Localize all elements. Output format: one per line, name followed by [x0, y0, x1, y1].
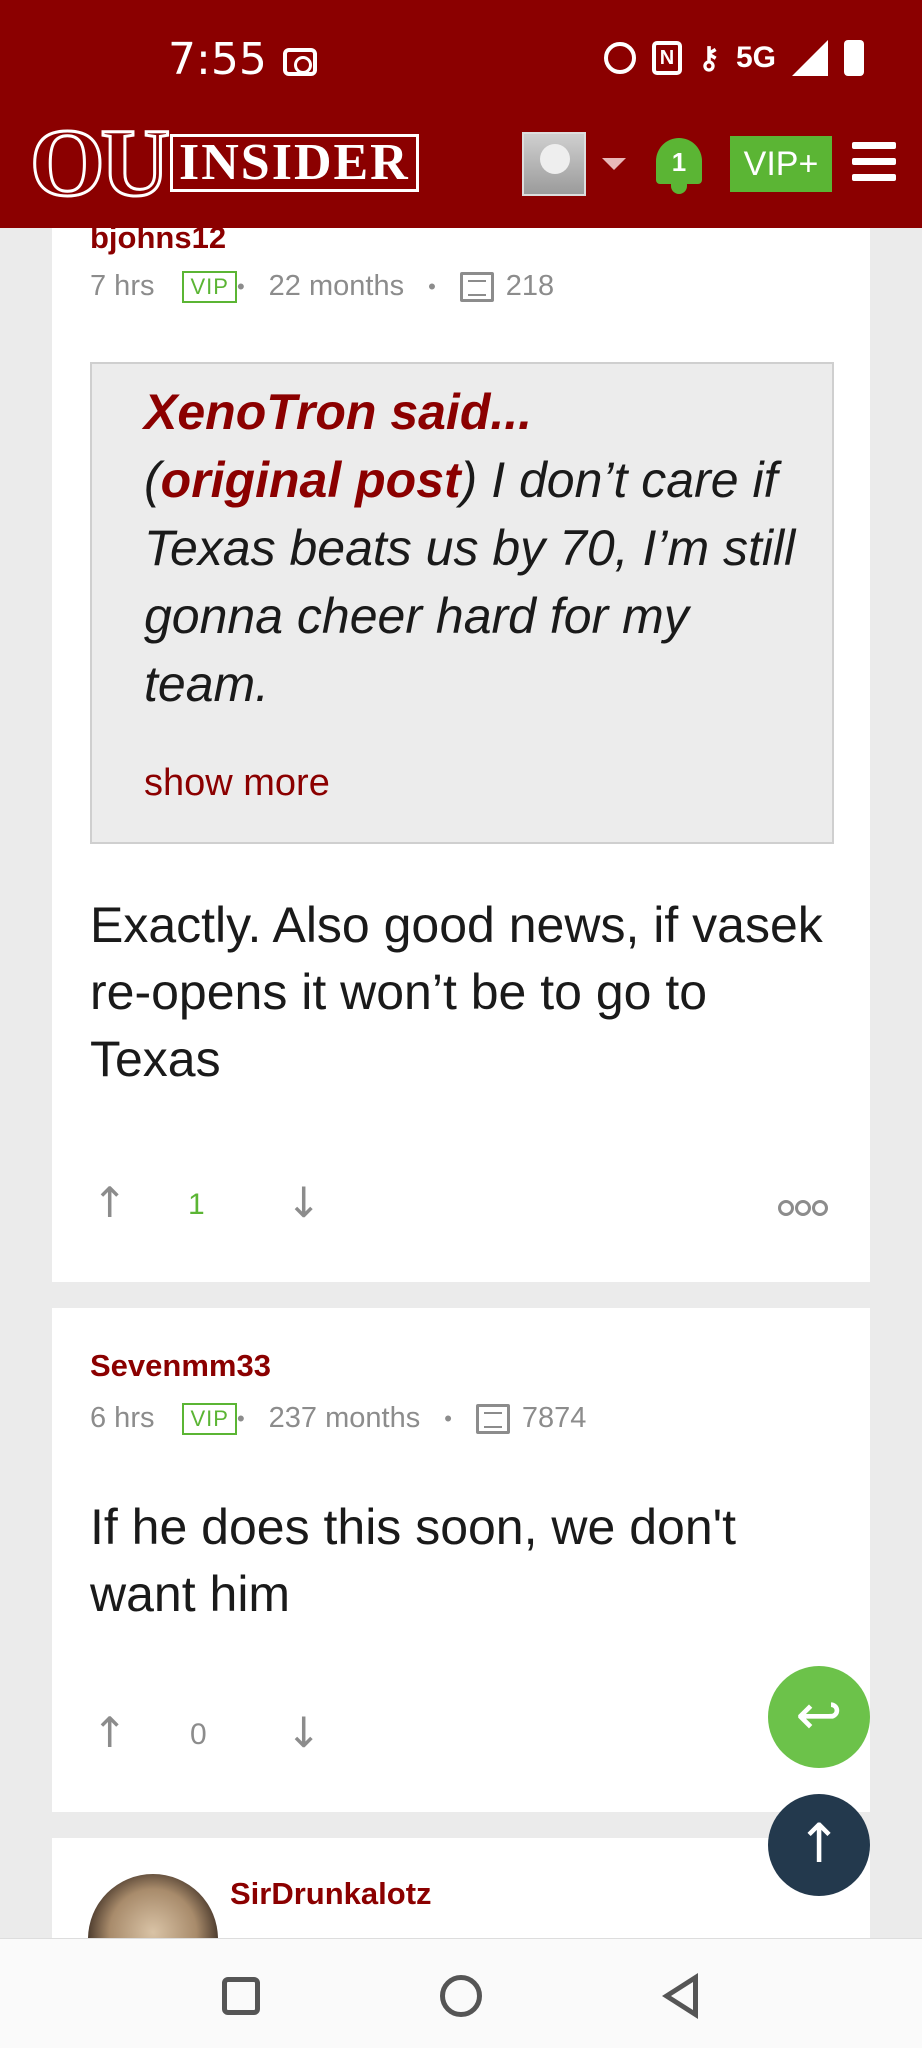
status-time: 7:55 [168, 34, 267, 85]
quote-author[interactable]: XenoTron said... [144, 384, 532, 440]
notifications-bell-icon[interactable]: 1 [652, 130, 706, 196]
comment-icon [475, 1403, 510, 1434]
member-duration: 237 months [268, 1402, 421, 1434]
site-logo[interactable]: OU INSIDER [29, 109, 419, 216]
post-meta: 6 hrs VIP • 237 months • 7874 [90, 1402, 586, 1435]
signal-icon [792, 40, 828, 76]
post-card: SirDrunkalotz [52, 1838, 870, 1938]
post-username[interactable]: Sevenmm33 [90, 1348, 271, 1384]
original-post-link[interactable]: original post [161, 452, 461, 508]
separator-dot: • [236, 1405, 245, 1431]
battery-icon [844, 40, 864, 76]
alarm-icon [603, 42, 636, 74]
logo-insider: INSIDER [170, 134, 419, 192]
network-type: 5G [735, 41, 776, 74]
home-button[interactable] [440, 1975, 482, 2017]
recent-apps-button[interactable] [222, 1977, 260, 2015]
post-card: bjohns12 7 hrs VIP • 22 months • 218 Xen… [52, 220, 870, 1282]
post-time: 7 hrs [90, 270, 155, 302]
downvote-icon[interactable]: ↓ [286, 1178, 321, 1227]
post-count: 7874 [521, 1402, 587, 1434]
post-username[interactable]: SirDrunkalotz [230, 1876, 432, 1912]
post-card: Sevenmm33 6 hrs VIP • 237 months • 7874 … [52, 1308, 870, 1812]
post-body: Exactly. Also good news, if vasek re-ope… [90, 897, 823, 1087]
user-avatar[interactable] [522, 132, 586, 196]
quote-text: XenoTron said... (original post) I don’t… [144, 384, 796, 712]
reply-icon: ↩ [795, 1683, 843, 1748]
vote-count: 0 [190, 1718, 207, 1751]
post-username[interactable]: bjohns12 [90, 220, 226, 256]
post-time: 6 hrs [90, 1402, 155, 1434]
chevron-down-icon[interactable] [602, 158, 626, 170]
upvote-icon[interactable]: ↑ [92, 1178, 127, 1227]
comment-icon [459, 271, 494, 302]
arrow-up-icon: ↑ [796, 1812, 842, 1875]
vip-badge: VIP [182, 1402, 237, 1435]
separator-dot: • [236, 273, 245, 299]
show-more-link[interactable]: show more [144, 762, 330, 805]
post-meta: 7 hrs VIP • 22 months • 218 [90, 270, 554, 303]
post-body: If he does this soon, we don't want him [90, 1499, 737, 1622]
downvote-icon[interactable]: ↓ [286, 1708, 321, 1757]
more-options-icon[interactable] [777, 1192, 828, 1223]
quote-block: XenoTron said... (original post) I don’t… [90, 362, 834, 844]
separator-dot: • [444, 1405, 452, 1431]
app-header: OU INSIDER 1 VIP+ [0, 109, 922, 228]
system-nav-bar [0, 1938, 922, 2048]
post-count: 218 [505, 270, 555, 302]
logo-ou: OU [29, 109, 172, 216]
status-icons: N ⚷ 5G [603, 40, 864, 76]
upvote-icon[interactable]: ↑ [92, 1708, 127, 1757]
screen-record-icon [283, 48, 317, 76]
back-button[interactable] [662, 1973, 698, 2019]
vote-count: 1 [188, 1188, 205, 1221]
scroll-to-top-button[interactable]: ↑ [768, 1794, 870, 1896]
reply-button[interactable]: ↩ [768, 1666, 870, 1768]
vip-plus-button[interactable]: VIP+ [730, 136, 832, 192]
notification-count: 1 [656, 138, 702, 184]
vip-badge: VIP [182, 270, 237, 303]
avatar[interactable] [88, 1874, 218, 1938]
separator-dot: • [428, 273, 436, 299]
member-duration: 22 months [268, 270, 405, 302]
nfc-icon: N [651, 41, 682, 75]
status-bar: 7:55 N ⚷ 5G [0, 0, 922, 118]
vpn-key-icon: ⚷ [697, 41, 720, 75]
menu-icon[interactable] [852, 142, 896, 182]
